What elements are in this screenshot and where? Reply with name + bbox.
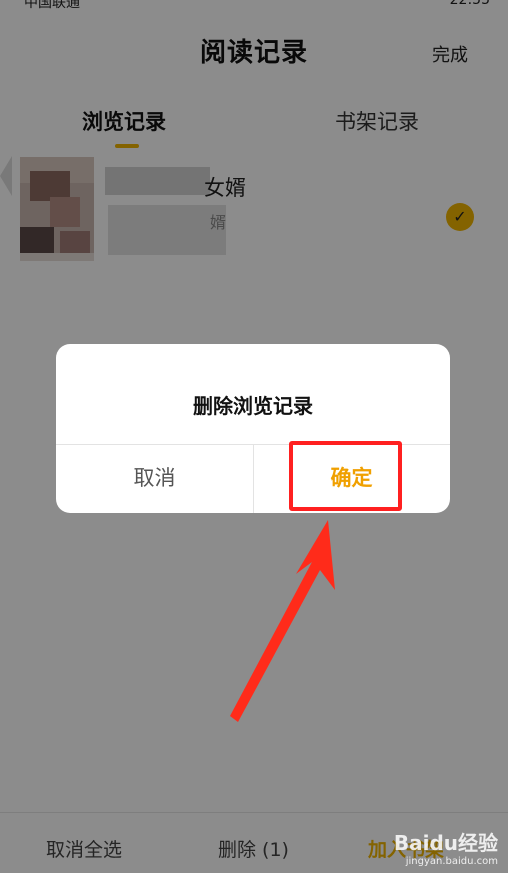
watermark: Baidu经验 jingyan.baidu.com: [394, 827, 498, 867]
watermark-main: Baidu经验: [393, 831, 498, 855]
watermark-sub: jingyan.baidu.com: [405, 856, 498, 867]
app-screen: 中国联通 22:55 阅读记录 完成 浏览记录 书架记录 女婿 婿 ✓ 取消全选…: [0, 0, 508, 873]
dialog-cancel-button[interactable]: 取消: [56, 444, 253, 513]
highlight-annotation: [289, 441, 402, 511]
dialog-title: 删除浏览记录: [193, 394, 313, 418]
